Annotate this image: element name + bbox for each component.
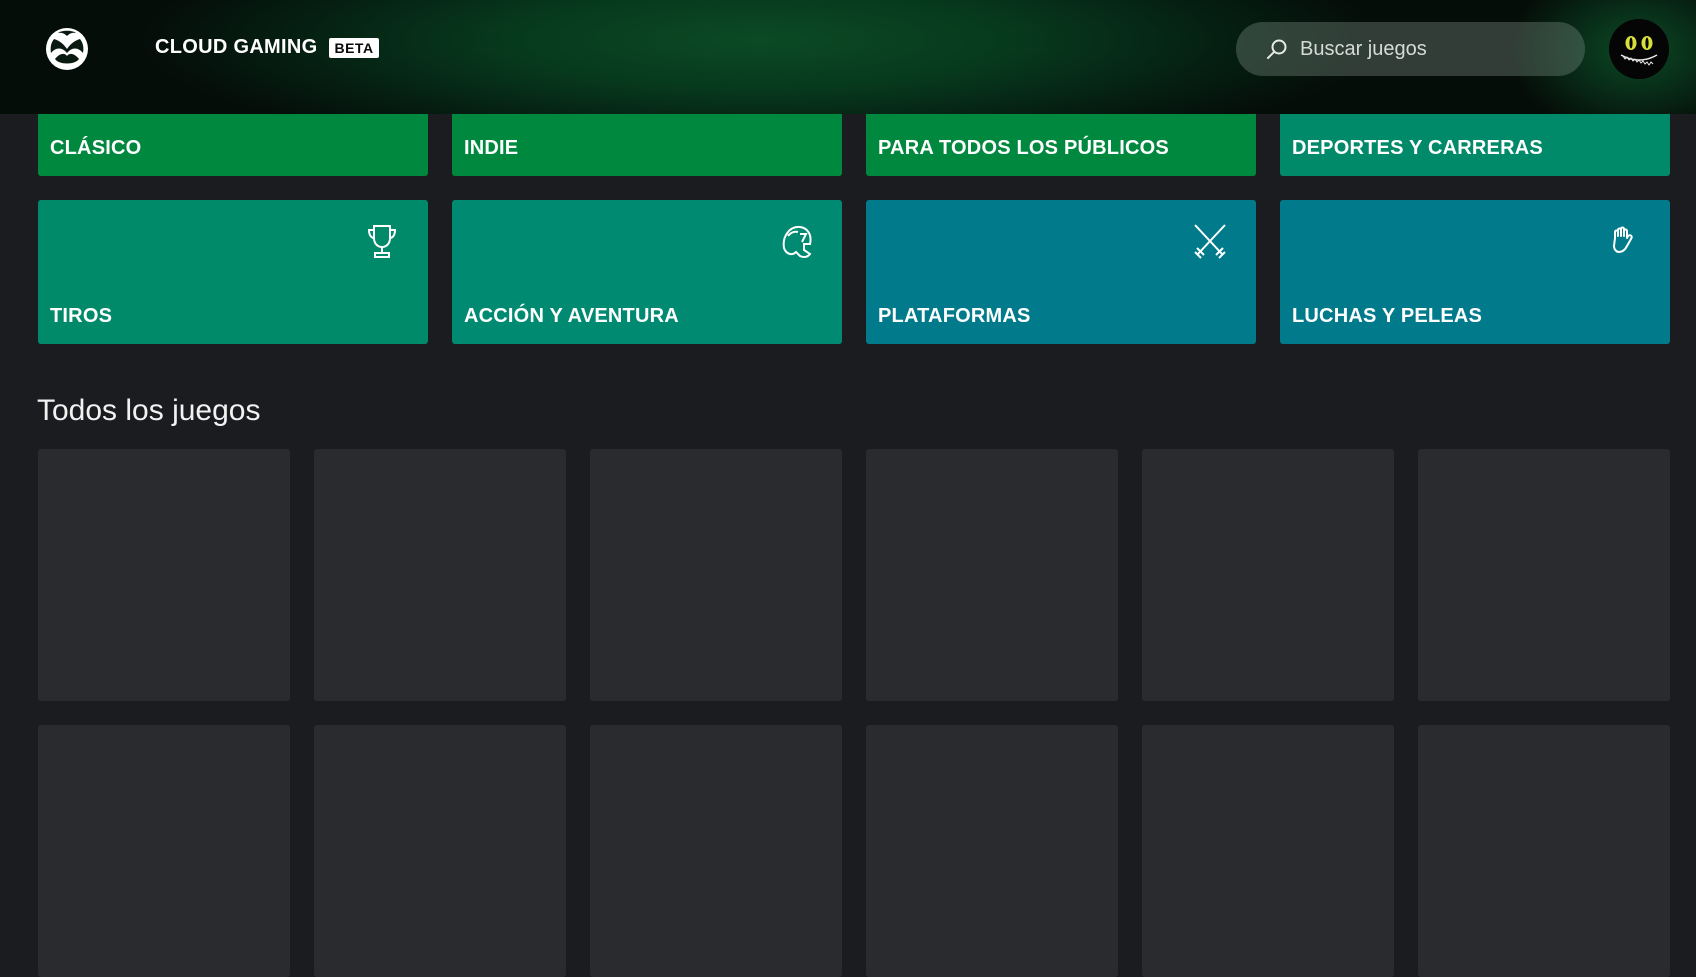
avatar[interactable] (1609, 19, 1669, 79)
app-title: CLOUD GAMING (155, 36, 318, 58)
game-card-placeholder[interactable] (1142, 449, 1394, 701)
genre-tile-accion[interactable]: ACCIÓN Y AVENTURA (452, 200, 842, 344)
game-card-placeholder[interactable] (314, 449, 566, 701)
genre-label: PARA TODOS LOS PÚBLICOS (878, 137, 1169, 159)
genre-tile-luchas[interactable]: LUCHAS Y PELEAS (1280, 200, 1670, 344)
search-input[interactable] (1298, 36, 1582, 62)
brand[interactable]: CLOUD GAMING BETA (155, 36, 379, 59)
all-games-title: Todos los juegos (37, 394, 261, 427)
game-card-placeholder[interactable] (590, 725, 842, 977)
cat-grin-avatar-icon (1609, 19, 1669, 79)
genre-row: TIROS ACCIÓN Y AVENTURA PLATAFORMAS LUCH… (38, 200, 1670, 344)
game-card-placeholder[interactable] (314, 725, 566, 977)
fist-icon (1613, 226, 1633, 253)
genre-label: PLATAFORMAS (878, 305, 1031, 327)
genre-label: LUCHAS Y PELEAS (1292, 305, 1483, 327)
game-card-placeholder[interactable] (866, 449, 1118, 701)
genre-label: DEPORTES Y CARRERAS (1292, 137, 1543, 159)
game-card-placeholder[interactable] (590, 449, 842, 701)
genre-label: INDIE (464, 137, 519, 159)
game-card-placeholder[interactable] (38, 725, 290, 977)
genre-tile-tiros[interactable]: TIROS (38, 200, 428, 344)
xbox-logo-icon[interactable] (45, 27, 89, 71)
top-header: CLOUD GAMING BETA (0, 0, 1696, 114)
game-card-placeholder[interactable] (1418, 725, 1670, 977)
spartan-helmet-icon (782, 225, 812, 259)
game-card-placeholder[interactable] (866, 725, 1118, 977)
game-card-placeholder[interactable] (38, 449, 290, 701)
beta-badge: BETA (329, 37, 379, 58)
crossed-swords-icon (1194, 224, 1226, 259)
genre-tile-plataformas[interactable]: PLATAFORMAS (866, 200, 1256, 344)
genre-label: TIROS (50, 305, 113, 327)
search-icon (1267, 39, 1287, 59)
trophy-icon (367, 225, 397, 258)
genre-label: ACCIÓN Y AVENTURA (464, 305, 679, 327)
game-card-placeholder[interactable] (1418, 449, 1670, 701)
all-games-grid (38, 449, 1670, 977)
game-card-placeholder[interactable] (1142, 725, 1394, 977)
search-box[interactable] (1236, 22, 1585, 76)
genre-label: CLÁSICO (50, 137, 142, 159)
